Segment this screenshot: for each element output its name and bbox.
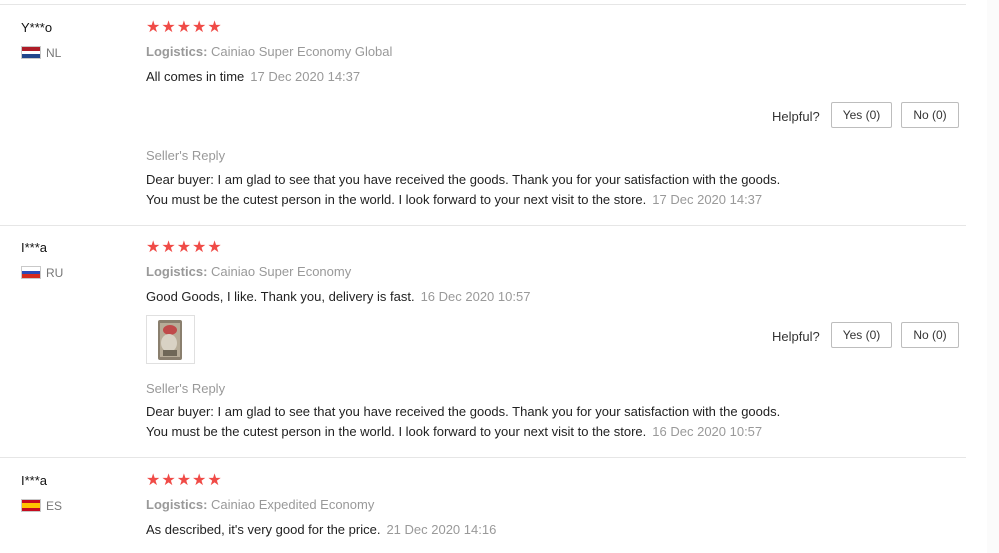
star-rating: ★★★★★ <box>146 19 223 36</box>
spain-flag-icon <box>21 499 41 512</box>
review-date: 16 Dec 2020 10:57 <box>420 289 531 304</box>
seller-reply-text: Dear buyer: I am glad to see that you ha… <box>146 402 846 442</box>
netherlands-flag-icon <box>21 46 41 59</box>
helpful-yes-button[interactable]: Yes (0) <box>831 322 892 348</box>
helpful-label: Helpful? <box>772 329 820 344</box>
russia-flag-icon <box>21 266 41 279</box>
logistics-info: Logistics: Cainiao Super Economy Global <box>146 44 392 59</box>
review-text-row: As described, it's very good for the pri… <box>146 522 496 537</box>
logistics-label: Logistics: <box>146 497 208 512</box>
logistics-label: Logistics: <box>146 44 208 59</box>
reviewer-country: NL <box>46 46 62 60</box>
seller-reply-line: Dear buyer: I am glad to see that you ha… <box>146 404 781 419</box>
seller-reply-line: Dear buyer: I am glad to see that you ha… <box>146 172 781 187</box>
logistics-info: Logistics: Cainiao Expedited Economy <box>146 497 374 512</box>
scrollbar[interactable] <box>987 0 999 553</box>
logistics-method: Cainiao Super Economy <box>211 264 352 279</box>
reviewer-country: ES <box>46 499 63 513</box>
helpful-label: Helpful? <box>772 109 820 124</box>
seller-reply-title: Seller's Reply <box>146 381 226 396</box>
review-photo <box>147 316 194 363</box>
reviewer-name: I***a <box>21 240 48 255</box>
logistics-info: Logistics: Cainiao Super Economy <box>146 264 351 279</box>
seller-reply-text: Dear buyer: I am glad to see that you ha… <box>146 170 846 210</box>
review-text-row: All comes in time 17 Dec 2020 14:37 <box>146 69 360 84</box>
helpful-no-button[interactable]: No (0) <box>901 322 959 348</box>
review-photo-thumbnail[interactable] <box>146 315 195 364</box>
logistics-label: Logistics: <box>146 264 208 279</box>
seller-reply-line-dated: You must be the cutest person in the wor… <box>146 422 846 442</box>
reviewer-name: Y***o <box>21 20 53 35</box>
divider <box>0 4 966 5</box>
review-date: 17 Dec 2020 14:37 <box>250 69 361 84</box>
helpful-yes-button[interactable]: Yes (0) <box>831 102 892 128</box>
seller-reply-line: You must be the cutest person in the wor… <box>146 192 647 207</box>
logistics-method: Cainiao Expedited Economy <box>211 497 375 512</box>
star-rating: ★★★★★ <box>146 472 223 489</box>
seller-reply-line-dated: You must be the cutest person in the wor… <box>146 190 846 210</box>
reviewer-name: I***a <box>21 473 48 488</box>
review-text: As described, it's very good for the pri… <box>146 522 381 537</box>
reviewer-country: RU <box>46 266 64 280</box>
review-date: 21 Dec 2020 14:16 <box>386 522 497 537</box>
divider <box>0 225 966 226</box>
review-text: Good Goods, I like. Thank you, delivery … <box>146 289 415 304</box>
seller-reply-date: 17 Dec 2020 14:37 <box>652 192 763 207</box>
helpful-no-button[interactable]: No (0) <box>901 102 959 128</box>
logistics-method: Cainiao Super Economy Global <box>211 44 393 59</box>
seller-reply-line: You must be the cutest person in the wor… <box>146 424 647 439</box>
review-text: All comes in time <box>146 69 245 84</box>
star-rating: ★★★★★ <box>146 239 223 256</box>
seller-reply-title: Seller's Reply <box>146 148 226 163</box>
divider <box>0 457 966 458</box>
review-text-row: Good Goods, I like. Thank you, delivery … <box>146 289 530 304</box>
seller-reply-date: 16 Dec 2020 10:57 <box>652 424 763 439</box>
